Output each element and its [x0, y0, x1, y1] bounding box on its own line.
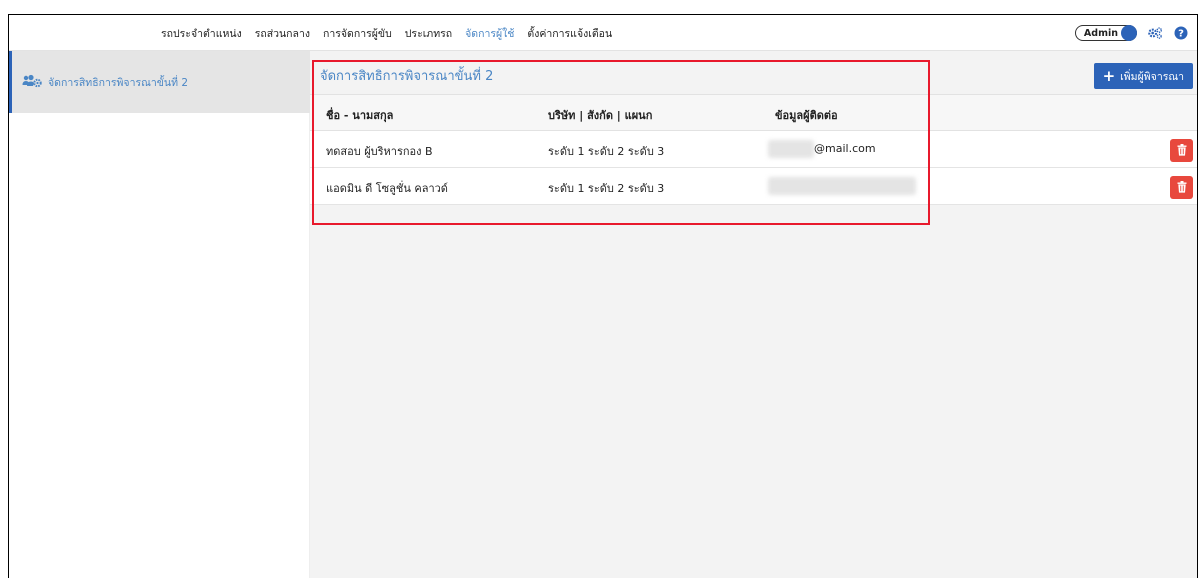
admin-label: Admin	[1083, 27, 1118, 39]
nav-item-car-types[interactable]: ประเภทรถ	[405, 25, 452, 42]
table-header: ชื่อ - นามสกุล บริษัท | สังกัด | แผนก ข้…	[310, 95, 1197, 131]
main-header: จัดการสิทธิการพิจารณาขั้นที่ 2 + เพิ่มผู…	[310, 51, 1197, 95]
table-row: แอดมิน ดี โซลูชั่น คลาวด์ ระดับ 1 ระดับ …	[310, 168, 1197, 205]
column-header-contact: ข้อมูลผู้ติดต่อ	[775, 109, 838, 122]
plus-icon: +	[1102, 66, 1116, 85]
nav-item-driver-management[interactable]: การจัดการผู้ขับ	[323, 25, 392, 42]
redacted-contact	[768, 140, 814, 158]
sidebar-item-level2-approval[interactable]: จัดการสิทธิการพิจารณาขั้นที่ 2	[9, 51, 310, 113]
help-icon[interactable]: ?	[1173, 25, 1189, 41]
delete-button[interactable]	[1170, 176, 1193, 199]
add-approver-label: เพิ่มผู้พิจารณา	[1120, 70, 1184, 83]
nav-item-notification-settings[interactable]: ตั้งค่าการแจ้งเตือน	[527, 25, 612, 42]
add-approver-button[interactable]: + เพิ่มผู้พิจารณา	[1093, 63, 1193, 89]
nav-item-user-management[interactable]: จัดการผู้ใช้	[465, 25, 514, 42]
column-header-name: ชื่อ - นามสกุล	[326, 109, 394, 122]
cell-name: แอดมิน ดี โซลูชั่น คลาวด์	[326, 182, 448, 195]
svg-text:?: ?	[1178, 29, 1184, 40]
cell-organization: ระดับ 1 ระดับ 2 ระดับ 3	[548, 182, 665, 195]
nav-item-official-cars[interactable]: รถประจำตำแหน่ง	[161, 25, 242, 42]
app-window: รถประจำตำแหน่ง รถส่วนกลาง การจัดการผู้ขั…	[8, 14, 1198, 578]
page-title: จัดการสิทธิการพิจารณาขั้นที่ 2	[320, 69, 494, 84]
table-row: ทดสอบ ผู้บริหารกอง B ระดับ 1 ระดับ 2 ระด…	[310, 131, 1197, 168]
sidebar: จัดการสิทธิการพิจารณาขั้นที่ 2	[9, 51, 310, 578]
main-content: จัดการสิทธิการพิจารณาขั้นที่ 2 + เพิ่มผู…	[310, 51, 1197, 578]
trash-icon	[1177, 178, 1187, 197]
delete-button[interactable]	[1170, 139, 1193, 162]
approvers-table: ชื่อ - นามสกุล บริษัท | สังกัด | แผนก ข้…	[310, 95, 1197, 205]
cell-contact: @mail.com	[814, 142, 876, 155]
column-header-organization: บริษัท | สังกัด | แผนก	[548, 109, 653, 122]
cell-name: ทดสอบ ผู้บริหารกอง B	[326, 145, 433, 158]
nav-menu: รถประจำตำแหน่ง รถส่วนกลาง การจัดการผู้ขั…	[161, 15, 612, 51]
users-cog-icon	[22, 73, 42, 92]
redacted-contact	[768, 177, 916, 195]
toggle-knob	[1121, 25, 1137, 41]
cell-organization: ระดับ 1 ระดับ 2 ระดับ 3	[548, 145, 665, 158]
admin-toggle[interactable]: Admin	[1074, 25, 1137, 41]
nav-actions: Admin ?	[1074, 15, 1189, 51]
trash-icon	[1177, 141, 1187, 160]
sidebar-item-label: จัดการสิทธิการพิจารณาขั้นที่ 2	[48, 76, 189, 89]
nav-item-pool-cars[interactable]: รถส่วนกลาง	[255, 25, 310, 42]
top-navigation: รถประจำตำแหน่ง รถส่วนกลาง การจัดการผู้ขั…	[9, 15, 1197, 51]
gear-icon[interactable]	[1147, 25, 1163, 41]
